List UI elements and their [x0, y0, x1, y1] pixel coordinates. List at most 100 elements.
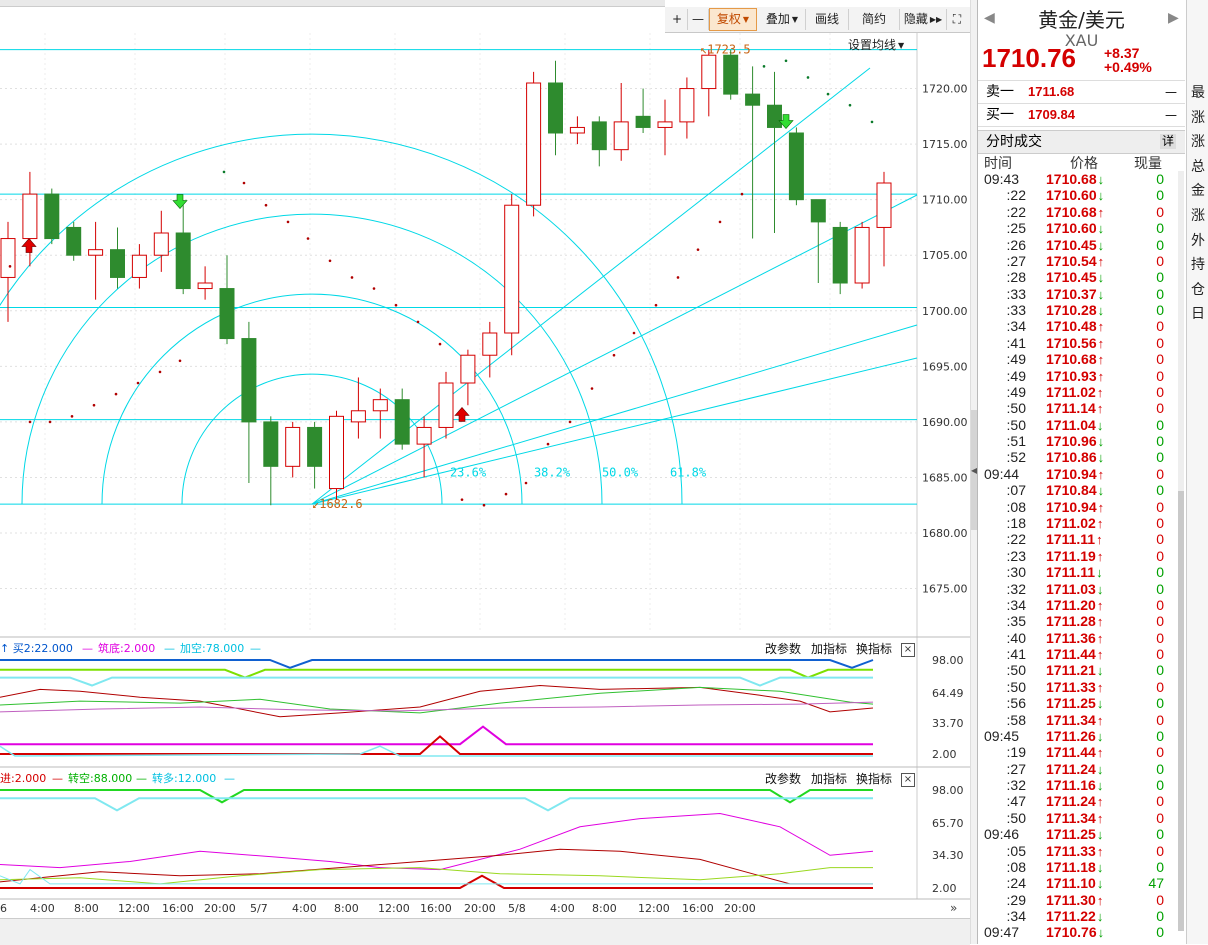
tick-row: :27 1711.24↓ 0 [978, 761, 1178, 777]
fib-percent-label: 50.0% [602, 465, 639, 479]
tick-volume: 0 [1156, 514, 1164, 531]
ma-settings-link[interactable]: 设置均线 ▼ [848, 36, 904, 53]
tick-row: :19 1711.44↑ 0 [978, 744, 1178, 760]
sub2-switch-indicator-button[interactable]: 换指标 [856, 770, 892, 788]
sub-indicator-1-header: ↑ 买2:22.000 — 筑底:2.000 — 加空:78.000 — 改参数… [0, 640, 917, 658]
tick-volume: 0 [1156, 678, 1164, 695]
sub1-switch-indicator-button[interactable]: 换指标 [856, 640, 892, 658]
sar-dot [416, 320, 420, 324]
ask-row: 卖一 1711.68 — [978, 80, 1185, 103]
tick-time: 09:45 [984, 727, 1020, 744]
tick-time: :19 [1006, 744, 1026, 761]
y-tick-label: 1700.00 [922, 305, 968, 318]
tick-time: :34 [1006, 596, 1026, 613]
tick-time: :50 [1006, 662, 1026, 679]
tick-row: :33 1710.28↓ 0 [978, 302, 1178, 318]
sub2-sep-1: — [52, 772, 63, 785]
candle-body [175, 232, 191, 290]
zoom-in-button[interactable]: + [667, 9, 688, 30]
candle-body [263, 421, 279, 467]
chevron-down-icon: ▼ [742, 15, 750, 24]
candle-body [701, 54, 717, 90]
overlay-button[interactable]: 叠加 ▼ [759, 9, 806, 30]
sub1-add-indicator-button[interactable]: 加指标 [811, 640, 847, 658]
draw-line-button[interactable]: 画线 [806, 9, 849, 30]
time-axis-label: 20:00 [464, 902, 496, 915]
tick-price: 1711.19↑ [1046, 547, 1104, 564]
candle-body [876, 182, 892, 228]
arrow-up-icon: ↑ [1096, 614, 1104, 630]
candle-body [679, 88, 695, 123]
tick-time: 09:43 [984, 171, 1020, 187]
tick-price: 1711.14↑ [1046, 400, 1104, 417]
y-tick-label: 1685.00 [922, 471, 968, 484]
tick-price: 1710.48↑ [1046, 318, 1105, 335]
close-icon[interactable]: × [901, 773, 915, 787]
tick-time: :50 [1006, 400, 1026, 417]
main-y-axis: 1720.00 1715.00 1710.00 1705.00 1700.00 1695.… [922, 83, 968, 895]
chevron-down-icon: ▼ [898, 41, 905, 50]
tick-row: 09:44 1710.94↑ 0 [978, 466, 1178, 482]
tick-row: 09:43 1710.68↓ 0 [978, 171, 1178, 187]
hide-button[interactable]: 隐藏 ▶▶ [900, 9, 947, 30]
tick-volume: 0 [1156, 711, 1164, 728]
tick-row: :50 1711.21↓ 0 [978, 662, 1178, 678]
sub2-add-indicator-button[interactable]: 加指标 [811, 770, 847, 788]
tick-time: :24 [1006, 875, 1026, 892]
time-axis-label: 12:00 [378, 902, 410, 915]
tick-volume: 0 [1156, 891, 1164, 908]
tick-time: :29 [1006, 891, 1026, 908]
arrow-down-icon: ↓ [1097, 172, 1105, 187]
tick-time: :52 [1006, 449, 1026, 466]
simple-mode-button[interactable]: 简约 [849, 9, 900, 30]
tick-volume: 0 [1156, 203, 1164, 220]
arrow-down-icon: ↓ [1096, 909, 1104, 925]
tick-price: 1711.04↓ [1046, 416, 1104, 433]
sar-dot [350, 276, 354, 279]
ticks-list[interactable]: 09:43 1710.68↓ 0:22 1710.60↓ 0 :22 1710.68↑ 0 :2… [978, 171, 1185, 944]
sub1-blue-line [0, 659, 874, 669]
restore-rights-button[interactable]: 复权 ▼ [709, 8, 757, 31]
arrow-down-icon: ↓ [1097, 434, 1105, 450]
tick-price: 1711.26↓ [1046, 727, 1104, 744]
y-tick-label: 1715.00 [922, 138, 968, 151]
tick-row: :22 1710.68↑ 0 [978, 204, 1178, 220]
arrow-up-icon: ↑ [1096, 401, 1104, 417]
close-icon[interactable]: × [901, 643, 915, 657]
tick-price: 1710.76↓ [1046, 924, 1105, 941]
sell-arrow-icon [172, 194, 188, 210]
tick-row: :34 1710.48↑ 0 [978, 318, 1178, 334]
time-axis: 6 4:00 8:00 12:00 16:00 20:00 5/7 4:00 8:00 12:00… [0, 900, 970, 918]
arrow-up-icon: ↑ [1097, 352, 1105, 368]
sar-dot [286, 220, 290, 224]
sar-dot [806, 76, 810, 79]
tick-time: :07 [1006, 482, 1026, 499]
tick-volume: 0 [1156, 924, 1164, 941]
tick-price: 1711.34↑ [1046, 711, 1104, 728]
time-axis-label: 5/7 [250, 902, 268, 915]
zoom-out-button[interactable]: — [688, 9, 709, 30]
sub2-y-label: 98.00 [932, 784, 964, 797]
ticks-scrollbar-thumb[interactable] [1178, 491, 1184, 931]
ticks-header: 分时成交 详 [978, 130, 1185, 154]
time-axis-label: 5/8 [508, 902, 526, 915]
sub1-edit-params-button[interactable]: 改参数 [765, 640, 801, 658]
arrow-down-icon: ↓ [1096, 859, 1104, 875]
tick-row: :41 1710.56↑ 0 [978, 335, 1178, 351]
sub2-edit-params-button[interactable]: 改参数 [765, 770, 801, 788]
ticks-detail-button[interactable]: 详 [1160, 134, 1176, 149]
col-volume: 现量 [1134, 156, 1162, 172]
tick-row: 09:45 1711.26↓ 0 [978, 728, 1178, 744]
sub-indicator-2-header: 进:2.000 — 转空:88.000 — 转多:12.000 — 改参数 加指… [0, 770, 917, 788]
tick-row: :40 1711.36↑ 0 [978, 630, 1178, 646]
tick-time: :18 [1006, 514, 1026, 531]
sub1-sep-2: — [164, 642, 175, 655]
sar-dot [848, 103, 852, 107]
scroll-right-icon[interactable]: » [950, 901, 957, 915]
tick-time: :22 [1006, 531, 1026, 548]
tick-row: :22 1710.60↓ 0 [978, 187, 1178, 203]
time-axis-label: 8:00 [592, 902, 617, 915]
ticks-scrollbar[interactable] [1178, 171, 1184, 931]
tick-price: 1710.68↑ [1046, 203, 1105, 220]
fullscreen-button[interactable]: ⛶ [947, 9, 967, 30]
